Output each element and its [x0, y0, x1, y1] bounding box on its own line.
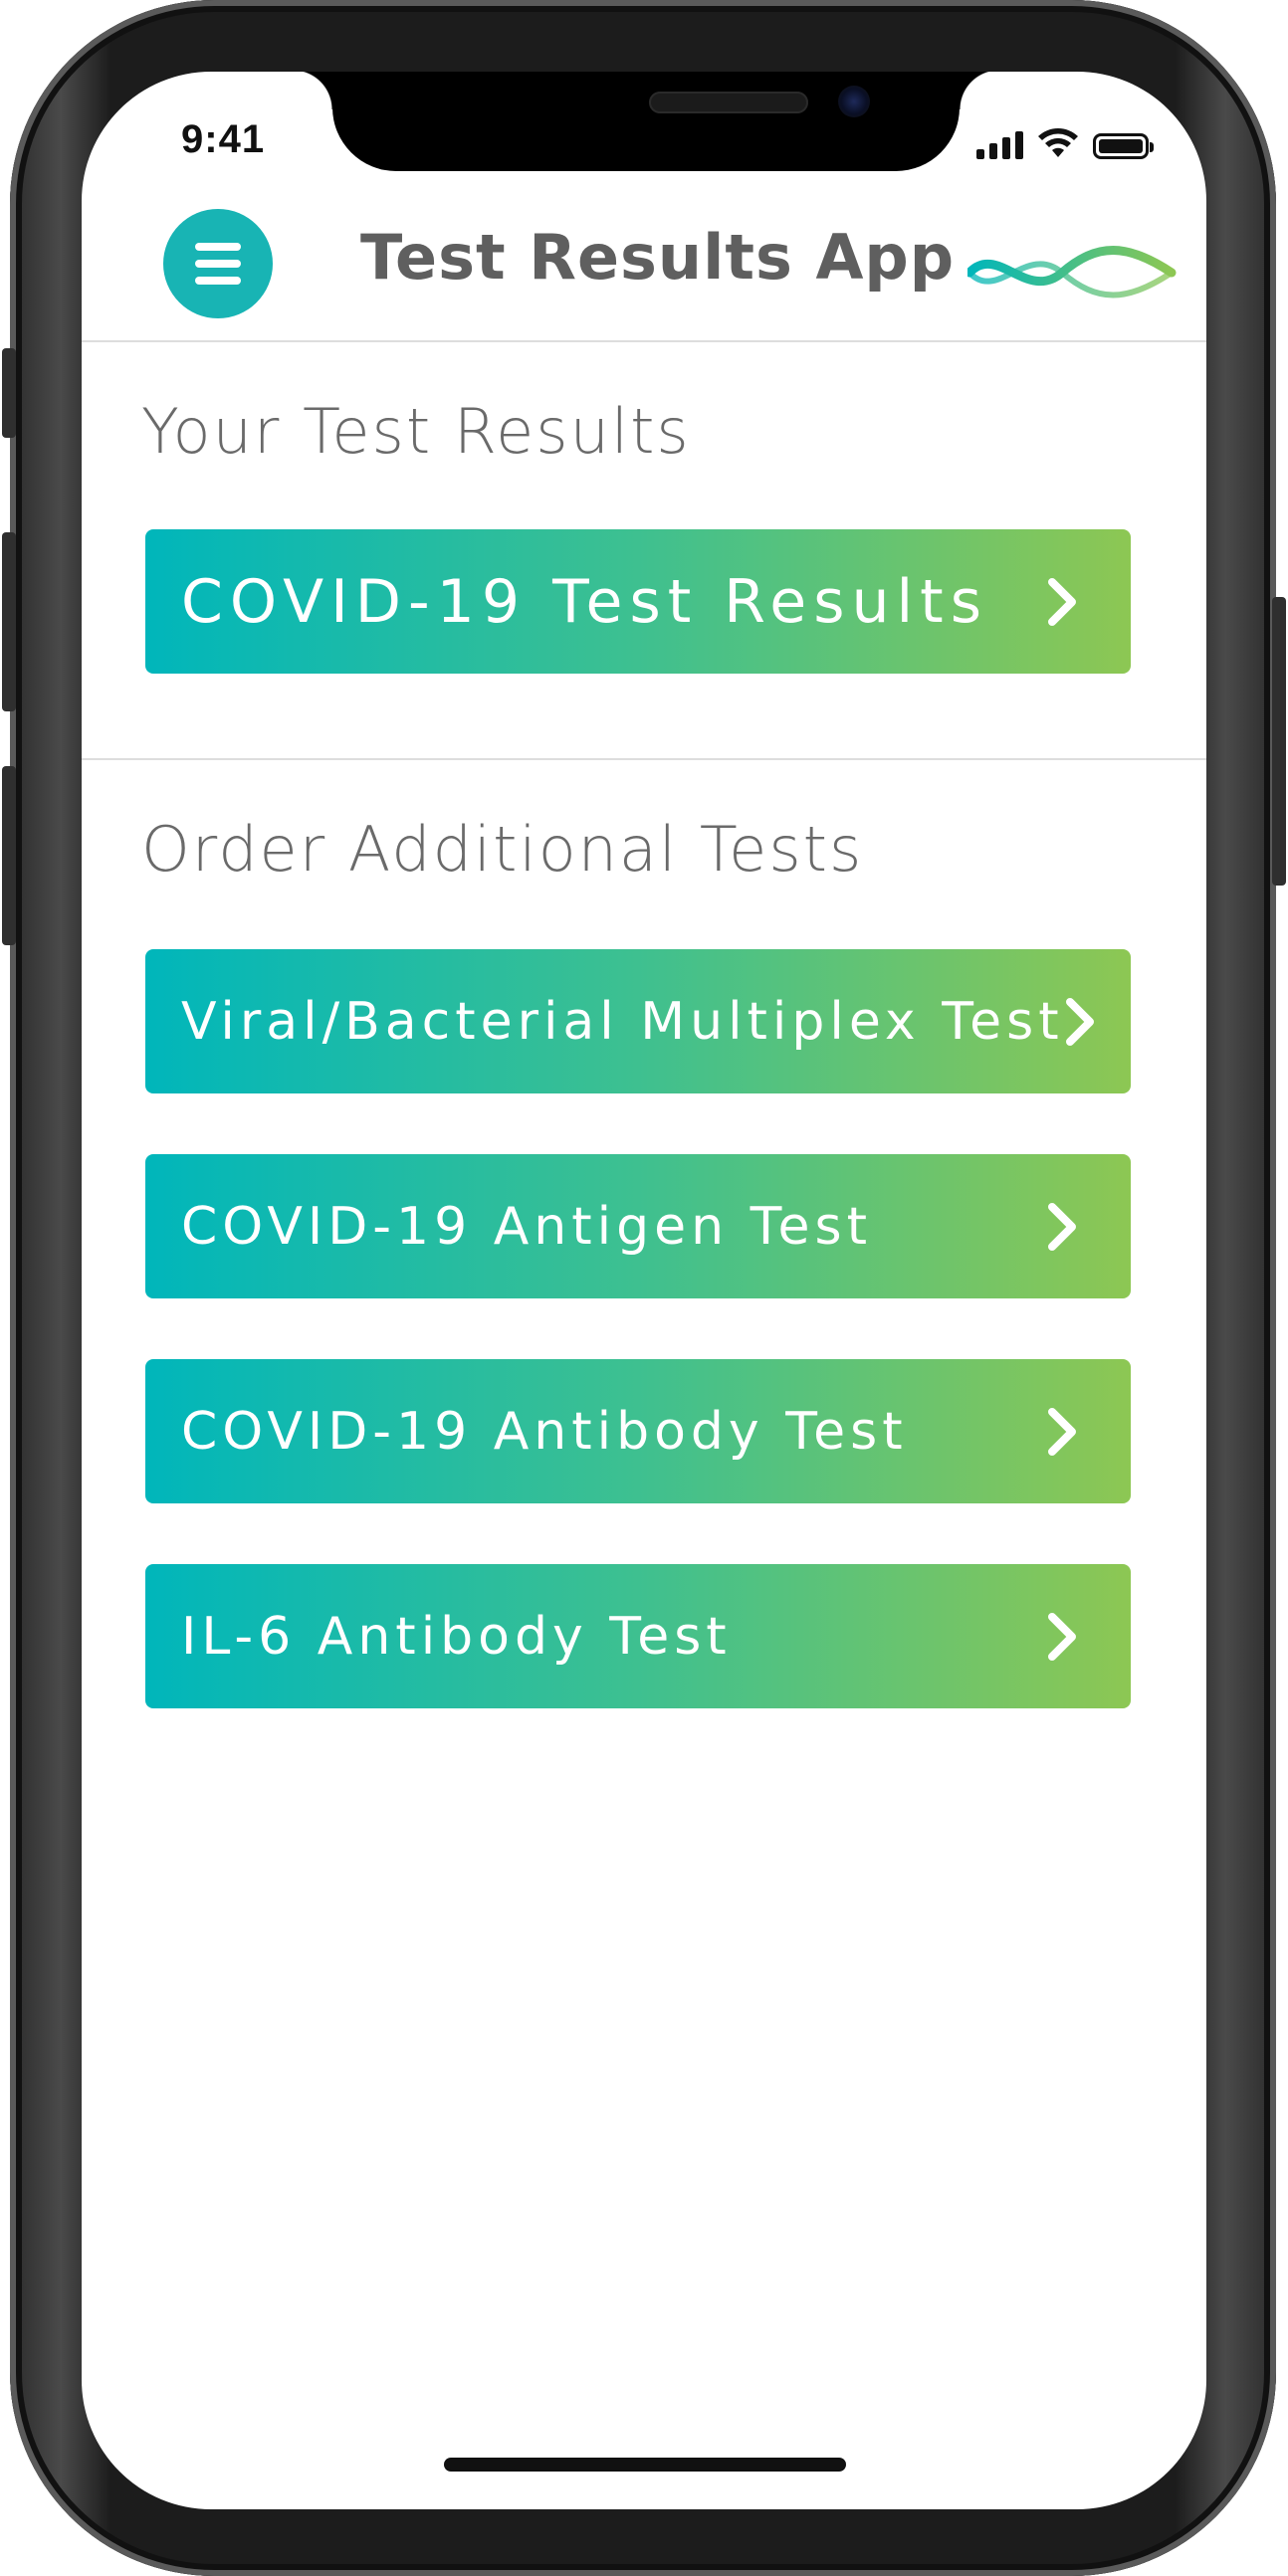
order-multiplex-test-button[interactable]: Viral/Bacterial Multiplex Test [145, 949, 1131, 1093]
cellular-signal-icon [976, 129, 1023, 159]
chevron-right-icon [1064, 987, 1097, 1057]
notch [293, 72, 999, 171]
power-button [1272, 597, 1286, 886]
dna-helix-logo-icon [967, 237, 1177, 306]
section-divider [82, 758, 1206, 760]
order-il6-antibody-test-button[interactable]: IL-6 Antibody Test [145, 1564, 1131, 1708]
status-time: 9:41 [181, 117, 266, 161]
battery-icon [1093, 133, 1154, 159]
phone-screen: 9:41 Test Results App Your Test Results … [82, 72, 1206, 2509]
button-label: COVID-19 Antibody Test [181, 1401, 908, 1462]
button-label: COVID-19 Test Results [181, 566, 988, 637]
hamburger-icon [195, 243, 241, 285]
results-section-title: Your Test Results [141, 395, 691, 468]
covid-test-results-button[interactable]: COVID-19 Test Results [145, 529, 1131, 674]
home-indicator[interactable] [444, 2458, 846, 2472]
chevron-right-icon [1027, 1192, 1097, 1262]
chevron-right-icon [1027, 567, 1097, 637]
front-camera [838, 86, 870, 117]
speaker-grille [649, 92, 808, 113]
app-title: Test Results App [360, 221, 956, 294]
wifi-icon [1038, 128, 1078, 157]
order-antigen-test-button[interactable]: COVID-19 Antigen Test [145, 1154, 1131, 1298]
button-label: COVID-19 Antigen Test [181, 1196, 872, 1257]
button-label: Viral/Bacterial Multiplex Test [181, 991, 1064, 1052]
status-icons [976, 125, 1154, 159]
order-antibody-test-button[interactable]: COVID-19 Antibody Test [145, 1359, 1131, 1503]
menu-button[interactable] [163, 209, 273, 318]
volume-up-button [2, 532, 16, 711]
order-section-title: Order Additional Tests [141, 813, 864, 886]
chevron-right-icon [1027, 1602, 1097, 1672]
volume-down-button [2, 766, 16, 945]
silent-switch [2, 348, 16, 438]
app-header: Test Results App [82, 201, 1206, 342]
chevron-right-icon [1027, 1397, 1097, 1467]
button-label: IL-6 Antibody Test [181, 1606, 732, 1667]
